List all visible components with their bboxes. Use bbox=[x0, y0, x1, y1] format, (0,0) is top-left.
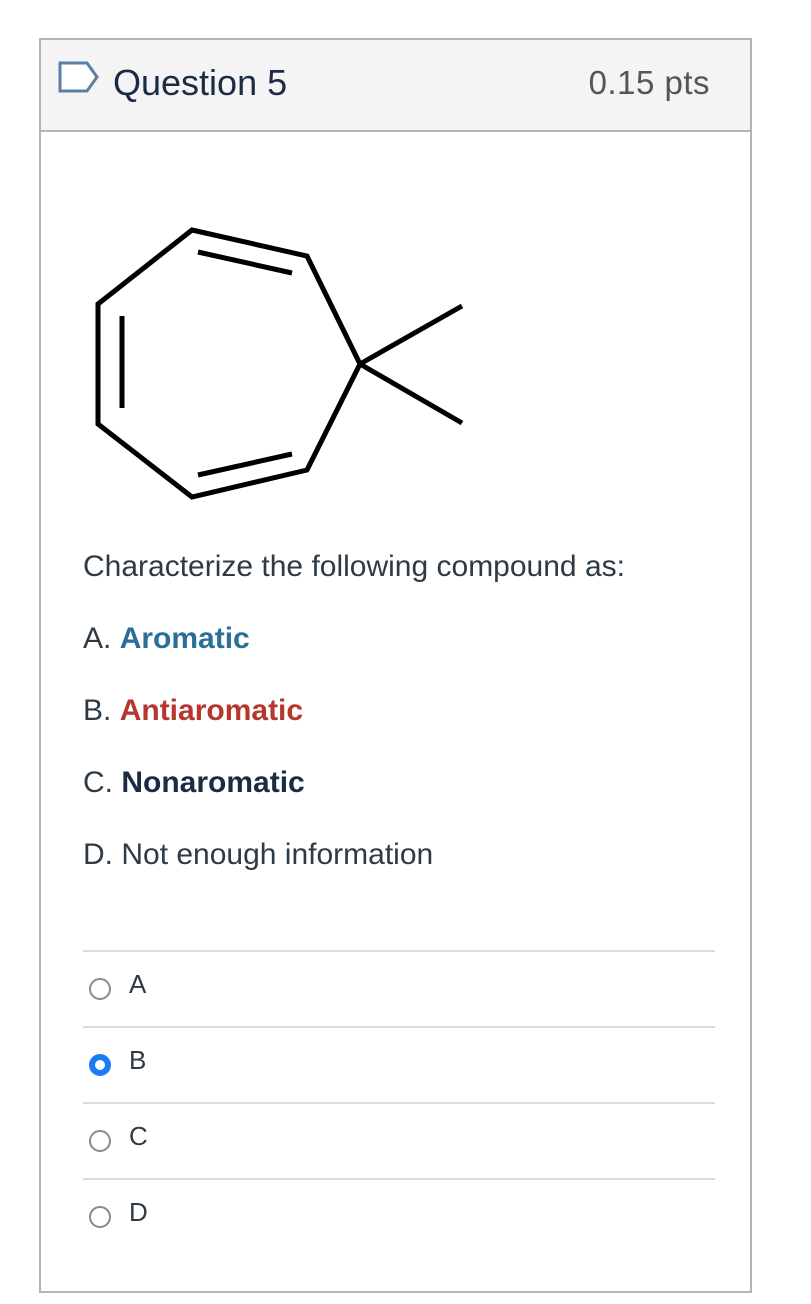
option-text-c: C. Nonaromatic bbox=[83, 766, 305, 800]
double-bond-bottom bbox=[197, 451, 293, 478]
answer-label: A bbox=[129, 968, 147, 999]
radio-a[interactable] bbox=[89, 978, 111, 1000]
option-prefix: C. bbox=[83, 766, 113, 799]
methyl-bond-down bbox=[358, 361, 464, 426]
radio-c[interactable] bbox=[89, 1130, 111, 1152]
option-word-not-enough: Not enough information bbox=[121, 838, 434, 871]
radio-b-selected[interactable] bbox=[89, 1054, 111, 1076]
ring-bonds bbox=[95, 227, 363, 500]
answer-option-b[interactable]: B bbox=[89, 1040, 146, 1090]
answer-label: D bbox=[129, 1196, 148, 1227]
radio-d[interactable] bbox=[89, 1206, 111, 1228]
answer-option-c[interactable]: C bbox=[89, 1116, 148, 1166]
question-card: Question 5 0.15 pts Characterize the fol… bbox=[39, 38, 752, 1293]
option-word-aromatic: Aromatic bbox=[119, 622, 250, 655]
option-word-antiaromatic: Antiaromatic bbox=[119, 694, 304, 727]
divider bbox=[83, 1026, 715, 1028]
option-text-b: B. Antiaromatic bbox=[83, 694, 303, 728]
question-prompt: Characterize the following compound as: bbox=[83, 550, 625, 583]
option-prefix: D. bbox=[83, 838, 113, 871]
answer-label: B bbox=[129, 1044, 147, 1075]
answer-option-a[interactable]: A bbox=[89, 964, 146, 1014]
option-word-nonaromatic: Nonaromatic bbox=[121, 766, 305, 799]
divider bbox=[83, 950, 715, 952]
double-bond-top bbox=[197, 249, 293, 276]
methyl-bond-up bbox=[358, 303, 464, 367]
answer-label: C bbox=[129, 1120, 148, 1151]
divider bbox=[83, 1102, 715, 1104]
divider bbox=[83, 1178, 715, 1180]
option-prefix: B. bbox=[83, 694, 112, 727]
option-prefix: A. bbox=[83, 622, 112, 655]
option-text-a: A. Aromatic bbox=[83, 622, 250, 656]
option-text-d: D. Not enough information bbox=[83, 838, 433, 872]
answer-option-d[interactable]: D bbox=[89, 1192, 148, 1242]
molecule-structure-image bbox=[95, 227, 464, 500]
